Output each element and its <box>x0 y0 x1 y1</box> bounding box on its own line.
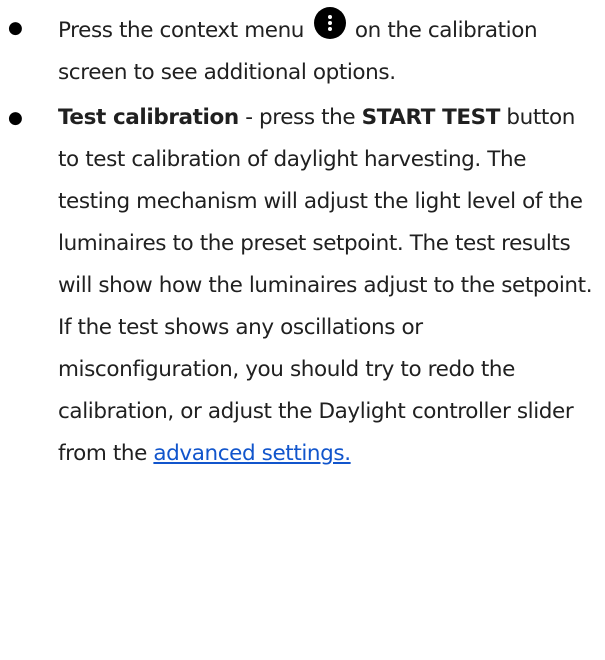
bullet-list: ● Press the context menu on the calibrat… <box>0 0 605 475</box>
bullet-icon: ● <box>8 108 23 128</box>
test-calibration-title: Test calibration <box>58 105 239 130</box>
advanced-settings-link[interactable]: advanced settings. <box>153 441 351 466</box>
test-calibration-text: - press the <box>238 105 362 130</box>
bullet-icon: ● <box>8 18 23 38</box>
list-item-context-menu: ● Press the context menu on the calibrat… <box>0 0 605 94</box>
more-vertical-icon <box>314 7 347 39</box>
test-calibration-description: button to test calibration of daylight h… <box>58 105 593 466</box>
start-test-label: START TEST <box>361 105 501 130</box>
context-menu-text: Press the context menu <box>58 18 305 43</box>
list-item-test-calibration: ● Test calibration - press the START TES… <box>0 94 605 475</box>
